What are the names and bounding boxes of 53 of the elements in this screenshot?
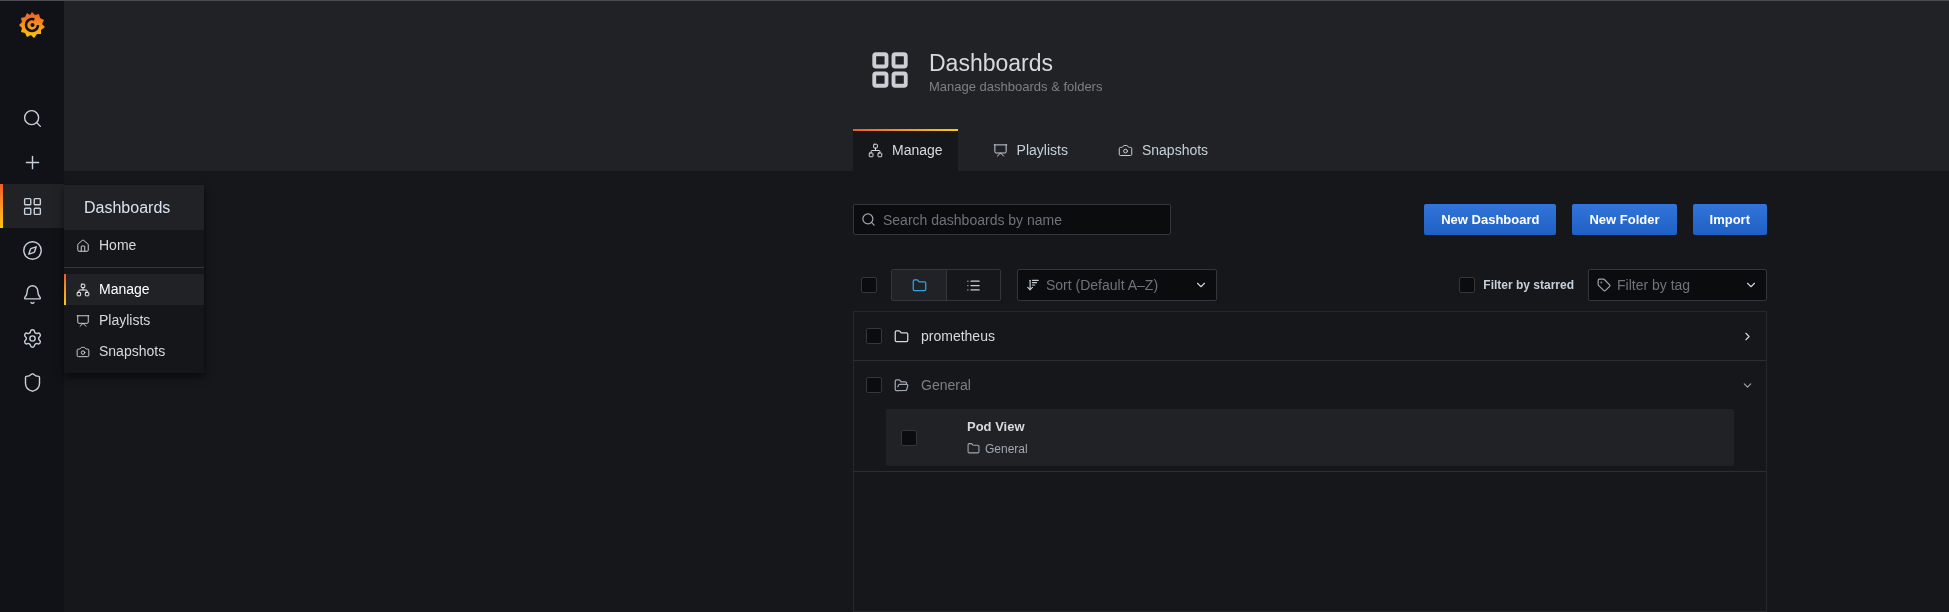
sort-icon — [1026, 278, 1040, 292]
sidebar-item[interactable] — [0, 184, 64, 228]
tab[interactable]: Playlists — [977, 129, 1083, 171]
presentation-icon — [76, 313, 90, 328]
checkbox[interactable] — [866, 377, 882, 393]
folder-name: General — [921, 375, 972, 395]
page-subtitle: Manage dashboards & folders — [929, 78, 1103, 96]
compass-icon — [21, 239, 43, 261]
sort-select[interactable]: Sort (Default A‒Z) — [1017, 269, 1217, 301]
checkbox[interactable] — [861, 277, 877, 293]
camera-icon — [76, 344, 90, 359]
filter-starred-label: Filter by starred — [1483, 277, 1574, 294]
menu-item[interactable]: Home — [64, 230, 204, 261]
search-icon — [861, 212, 876, 227]
dashboard-title: Pod View — [967, 418, 1026, 437]
tab[interactable]: Snapshots — [1102, 129, 1224, 171]
folder-icon — [911, 277, 927, 293]
folder-icon — [894, 328, 909, 344]
menu-item[interactable]: Snapshots — [64, 336, 204, 367]
action-button[interactable]: New Dashboard — [1424, 204, 1557, 235]
action-button[interactable]: Import — [1692, 204, 1767, 235]
logo-icon[interactable] — [18, 11, 46, 39]
home-icon — [76, 238, 90, 253]
hierarchy-icon — [868, 142, 883, 158]
menu-item[interactable]: Playlists — [64, 305, 204, 336]
camera-icon — [1117, 142, 1133, 158]
dashboard-folder: General — [985, 440, 1028, 458]
folder-icon — [894, 377, 909, 393]
menu-item[interactable]: Manage — [64, 274, 204, 305]
view-toggle-button[interactable] — [946, 270, 1000, 300]
list-icon — [966, 277, 981, 293]
search-icon — [21, 107, 43, 129]
view-toggle-button[interactable] — [892, 270, 946, 300]
page-title: Dashboards — [929, 49, 1055, 77]
folder-row[interactable]: prometheus — [854, 312, 1766, 360]
checkbox[interactable] — [866, 328, 882, 344]
folder-name: prometheus — [921, 326, 996, 346]
tab[interactable]: Manage — [853, 129, 958, 171]
presentation-icon — [992, 142, 1008, 158]
action-button[interactable]: New Folder — [1572, 204, 1677, 235]
grid-icon — [869, 49, 911, 91]
checkbox[interactable] — [901, 429, 917, 446]
dashboard-item[interactable]: Pod View General — [886, 409, 1734, 466]
settings-icon — [21, 327, 43, 349]
bell-icon — [21, 283, 43, 305]
checkbox[interactable] — [1459, 277, 1476, 293]
tag-icon — [1597, 278, 1611, 292]
search-field[interactable]: Search dashboards by name — [853, 204, 1171, 235]
tag-filter-select[interactable]: Filter by tag — [1588, 269, 1767, 301]
folder-icon — [967, 442, 980, 456]
grid-icon — [21, 195, 43, 217]
hierarchy-icon — [76, 282, 90, 297]
folder-row[interactable]: General — [854, 361, 1766, 409]
